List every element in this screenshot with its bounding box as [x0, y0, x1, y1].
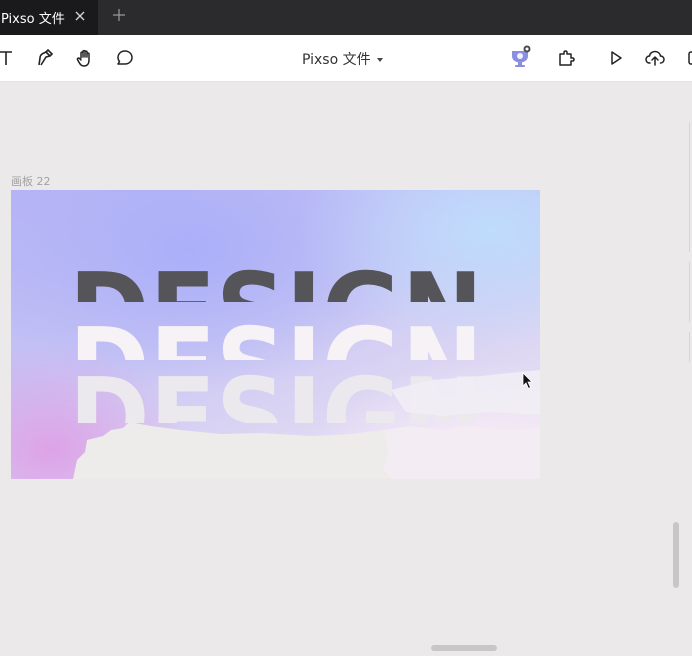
mouse-cursor-icon: [522, 372, 533, 390]
vertical-scrollbar[interactable]: [673, 522, 679, 588]
plugin-icon[interactable]: [556, 47, 578, 69]
right-ruler: [686, 82, 692, 656]
tab-title: Pixso 文件: [1, 12, 65, 27]
chevron-down-icon: [376, 58, 383, 62]
design-artwork: DESIGN DESIGN DESIGN: [69, 251, 540, 479]
pen-icon[interactable]: [34, 47, 56, 69]
artboard-label[interactable]: 画板 22: [11, 173, 51, 189]
file-title-menu[interactable]: Pixso 文件: [302, 49, 383, 69]
toolbar: Pixso 文件: [0, 35, 692, 82]
hand-icon[interactable]: [74, 47, 96, 69]
close-icon[interactable]: [72, 8, 88, 24]
horizontal-scrollbar[interactable]: [431, 645, 497, 651]
play-icon[interactable]: [605, 47, 627, 69]
tab-bar: Pixso 文件: [0, 0, 692, 35]
text-icon[interactable]: [0, 47, 18, 69]
plus-icon[interactable]: [110, 5, 128, 25]
more-icon[interactable]: [684, 47, 692, 69]
file-tab[interactable]: Pixso 文件: [0, 0, 98, 35]
comment-icon[interactable]: [114, 47, 136, 69]
artboard[interactable]: DESIGN DESIGN DESIGN: [11, 190, 540, 479]
file-title: Pixso 文件: [302, 52, 371, 68]
cloud-upload-icon[interactable]: [644, 47, 666, 69]
canvas[interactable]: 画板 22 DESIGN DESIGN DESIGN: [0, 82, 692, 656]
avatar-badge-icon[interactable]: [508, 45, 532, 69]
